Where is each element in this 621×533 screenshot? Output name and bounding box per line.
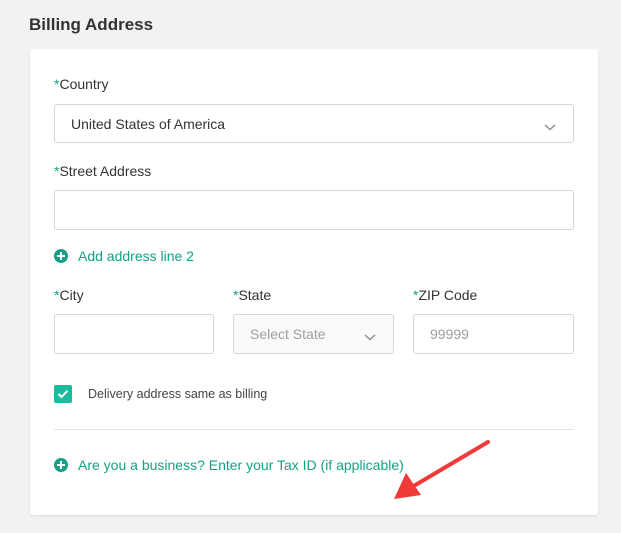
city-label: *City bbox=[54, 287, 84, 303]
country-select[interactable]: United States of America bbox=[54, 104, 574, 143]
plus-circle-icon bbox=[54, 249, 68, 263]
chevron-down-icon bbox=[363, 329, 377, 341]
tax-id-link[interactable]: Are you a business? Enter your Tax ID (i… bbox=[54, 457, 404, 473]
divider bbox=[54, 429, 574, 430]
state-select[interactable]: Select State bbox=[233, 314, 394, 354]
street-address-label: *Street Address bbox=[54, 163, 152, 179]
billing-address-title: Billing Address bbox=[29, 15, 154, 34]
zip-code-label: *ZIP Code bbox=[413, 287, 478, 303]
delivery-same-as-billing-row: Delivery address same as billing bbox=[54, 385, 267, 403]
delivery-same-as-billing-label: Delivery address same as billing bbox=[88, 387, 268, 401]
billing-address-card: *Country United States of America *Stree… bbox=[30, 49, 598, 515]
country-select-value: United States of America bbox=[71, 115, 226, 132]
check-icon bbox=[57, 390, 69, 399]
red-arrow-icon bbox=[394, 440, 490, 499]
chevron-down-icon bbox=[543, 119, 557, 131]
state-select-placeholder: Select State bbox=[250, 326, 326, 342]
plus-circle-icon bbox=[54, 458, 68, 472]
add-address-line-2-label: Add address line 2 bbox=[78, 248, 194, 264]
zip-code-input[interactable] bbox=[413, 314, 574, 354]
tax-id-label: Are you a business? Enter your Tax ID (i… bbox=[78, 457, 404, 473]
country-label: *Country bbox=[54, 76, 109, 92]
state-label: *State bbox=[233, 287, 272, 303]
city-input[interactable] bbox=[54, 314, 214, 354]
add-address-line-2-link[interactable]: Add address line 2 bbox=[54, 248, 194, 264]
street-address-input[interactable] bbox=[54, 190, 574, 230]
delivery-same-as-billing-checkbox[interactable] bbox=[54, 385, 72, 403]
